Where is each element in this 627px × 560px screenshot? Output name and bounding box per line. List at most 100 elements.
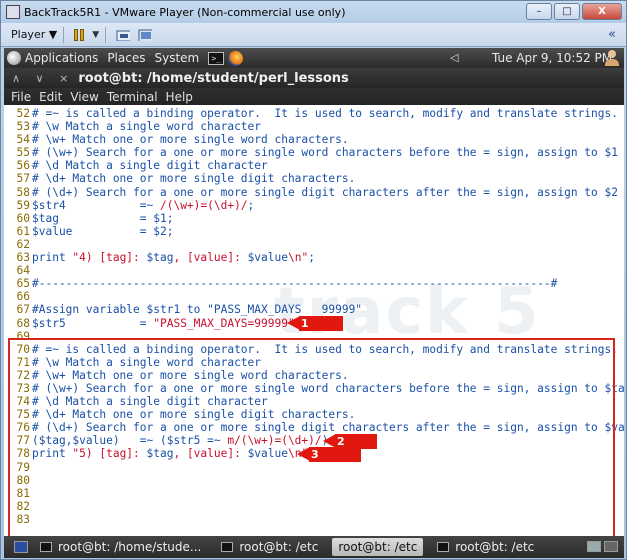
code-text: ; <box>308 251 315 265</box>
code-string: /(\w+)=(\d+)/ <box>159 198 248 212</box>
pause-dropdown-icon[interactable]: ▼ <box>92 30 99 40</box>
places-menu[interactable]: Places <box>107 51 145 65</box>
panel-clock[interactable]: Tue Apr 9, 10:52 PM <box>492 51 612 65</box>
code-line: 57 # \d+ Match one or more single digit c… <box>4 172 624 185</box>
gnome-top-panel: Applications Places System >_ ◁ Tue Apr … <box>4 48 624 68</box>
terminal-window-buttons[interactable]: ∧ ∨ × <box>12 72 74 85</box>
terminal-launcher-icon[interactable]: >_ <box>208 51 225 65</box>
line-number: 67 <box>16 303 30 317</box>
applications-menu[interactable]: Applications <box>25 51 98 65</box>
code-text: $str4 =~ <box>32 198 160 212</box>
line-number: 53 <box>16 120 30 134</box>
line-number: 62 <box>16 237 30 251</box>
task-list: root@bt: /home/stude... root@bt: /etc root… <box>34 538 548 556</box>
terminal-title: root@bt: /home/student/perl_lessons <box>78 70 349 86</box>
taskbar-item-label: root@bt: /etc <box>338 540 418 554</box>
code-line: 61 $value = $2; <box>4 225 624 238</box>
code-string: "PASS_MAX_DAYS=99999" <box>153 316 295 330</box>
workspace-pager[interactable] <box>587 541 618 552</box>
vm-window-title: BackTrack5R1 - VMware Player (Non-commer… <box>24 5 346 19</box>
code-string: \n" <box>287 251 309 265</box>
line-number: 54 <box>16 133 30 147</box>
code-text: # \d+ Match one or more single digit cha… <box>32 172 356 186</box>
line-number: 57 <box>16 172 30 186</box>
taskbar-item[interactable]: root@bt: /etc <box>431 538 540 556</box>
minimize-button[interactable]: – <box>526 3 552 20</box>
code-line: 65 #-------------------------------------… <box>4 277 624 290</box>
line-number: 59 <box>16 198 30 212</box>
code-line: 67 #Assign variable $str1 to "PASS_MAX_DA… <box>4 303 624 316</box>
taskbar-item[interactable]: root@bt: /home/stude... <box>34 538 207 556</box>
line-number: 55 <box>16 146 30 160</box>
code-line: 53 # \w Match a single word character <box>4 120 624 133</box>
line-number: 68 <box>16 316 30 330</box>
firefox-icon[interactable] <box>228 50 244 66</box>
menu-view[interactable]: View <box>70 90 98 104</box>
toolbar-separator <box>105 26 107 43</box>
code-text: $tag <box>146 251 174 265</box>
line-number: 63 <box>16 251 30 265</box>
user-icon[interactable] <box>605 50 619 66</box>
system-menu[interactable]: System <box>154 51 199 65</box>
removable-devices-icon[interactable] <box>116 29 131 41</box>
unity-icon[interactable] <box>138 29 153 41</box>
menu-file[interactable]: File <box>11 90 31 104</box>
terminal-icon <box>221 542 234 552</box>
menu-edit[interactable]: Edit <box>39 90 62 104</box>
terminal-icon <box>437 542 450 552</box>
code-text: ; <box>247 198 255 212</box>
callout-number: 3 <box>311 447 319 461</box>
code-text: # \d Match a single digit character <box>32 159 268 173</box>
vm-toolbar: Player ▼ ▼ « <box>1 23 626 47</box>
code-line: 52 # =~ is called a binding operator. It … <box>4 107 624 120</box>
menu-terminal[interactable]: Terminal <box>107 90 158 104</box>
code-text: print <box>32 251 73 265</box>
code-text: # =~ is called a binding operator. It is… <box>32 107 618 120</box>
line-number: 60 <box>16 211 30 225</box>
line-number: 58 <box>16 185 30 199</box>
menu-help[interactable]: Help <box>166 90 193 104</box>
code-string: , [value]: <box>173 251 248 265</box>
taskbar-item-label: root@bt: /etc <box>239 540 319 554</box>
taskbar-item[interactable]: root@bt: /etc <box>332 538 424 556</box>
toolbar-separator <box>63 26 65 43</box>
line-number: 65 <box>16 277 30 291</box>
show-desktop-icon[interactable] <box>14 541 28 553</box>
terminal-titlebar[interactable]: ∧ ∨ × root@bt: /home/student/perl_lesson… <box>4 68 624 88</box>
double-chevron-icon[interactable]: « <box>608 27 616 42</box>
taskbar-item-label: root@bt: /etc <box>455 540 535 554</box>
code-line: 56 # \d Match a single digit character <box>4 159 624 172</box>
speaker-icon[interactable]: ◁ <box>450 51 458 64</box>
guest-display[interactable]: Applications Places System >_ ◁ Tue Apr … <box>4 48 624 558</box>
taskbar-item[interactable]: root@bt: /etc <box>215 538 324 556</box>
code-line: 55 # (\w+) Search for a one or more singl… <box>4 146 624 159</box>
gnome-bottom-panel: root@bt: /home/stude... root@bt: /etc root… <box>4 536 624 558</box>
terminal-menubar: File Edit View Terminal Help <box>4 88 624 105</box>
code-line: 60 $tag = $1; <box>4 212 624 225</box>
taskbar-item-label: root@bt: /home/stude... <box>58 540 202 554</box>
code-string: "4) [tag]: <box>72 251 147 265</box>
applications-menu-icon[interactable] <box>7 51 21 65</box>
code-line: 58 # (\d+) Search for a one or more singl… <box>4 186 624 199</box>
line-number: 61 <box>16 224 30 238</box>
vmware-app-icon <box>6 5 20 19</box>
window-controls: – □ X <box>526 3 622 20</box>
player-menu[interactable]: Player ▼ <box>11 28 57 41</box>
code-line: 63 print "4) [tag]: $tag, [value]: $value… <box>4 251 624 264</box>
terminal-editor[interactable]: track 5 52 # =~ is called a binding opera… <box>4 105 624 536</box>
code-text: # (\w+) Search for a one or more single … <box>32 146 618 160</box>
highlight-box <box>8 338 615 536</box>
vm-titlebar[interactable]: BackTrack5R1 - VMware Player (Non-commer… <box>1 1 626 23</box>
terminal-icon <box>40 542 52 552</box>
pause-icon[interactable] <box>74 28 88 41</box>
code-text: $tag = $1; <box>32 211 174 225</box>
code-line: 66 <box>4 290 624 303</box>
code-text: # \w Match a single word character <box>32 120 262 134</box>
vmware-window: BackTrack5R1 - VMware Player (Non-commer… <box>0 0 627 560</box>
code-text: #---------------------------------------… <box>32 277 558 291</box>
close-button[interactable]: X <box>582 3 622 20</box>
maximize-button[interactable]: □ <box>554 3 580 20</box>
code-line: 62 <box>4 238 624 251</box>
code-line: 54 # \w+ Match one or more single word ch… <box>4 133 624 146</box>
code-text: $str5 = <box>32 316 154 330</box>
